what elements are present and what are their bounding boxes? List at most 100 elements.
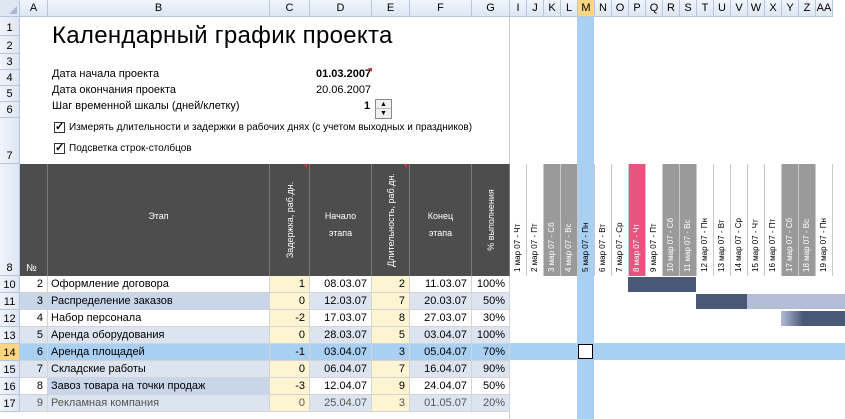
row-header-4[interactable]: 4: [0, 70, 20, 86]
task-end-cell[interactable]: 16.04.07: [410, 361, 472, 378]
task-name-cell[interactable]: Завоз товара на точки продаж: [48, 378, 270, 395]
row-header-15[interactable]: 15: [0, 361, 20, 378]
row-header-17[interactable]: 17: [0, 395, 20, 412]
task-start-cell[interactable]: 28.03.07: [310, 327, 372, 344]
task-duration-cell[interactable]: 5: [372, 327, 410, 344]
column-header-p[interactable]: P: [629, 0, 646, 17]
task-name-cell[interactable]: Аренда оборудования: [48, 327, 270, 344]
task-percent-cell[interactable]: 20%: [472, 395, 510, 412]
task-duration-cell[interactable]: 9: [372, 378, 410, 395]
checkbox-checked-icon[interactable]: [54, 141, 65, 154]
task-name-cell[interactable]: Распределение заказов: [48, 293, 270, 310]
task-name-cell[interactable]: Набор персонала: [48, 310, 270, 327]
spin-up-icon[interactable]: ▲: [376, 100, 391, 109]
task-end-cell[interactable]: 27.03.07: [410, 310, 472, 327]
task-percent-cell[interactable]: 90%: [472, 361, 510, 378]
step-spinner[interactable]: ▲ ▼: [375, 99, 392, 119]
row-header-11[interactable]: 11: [0, 293, 20, 310]
task-name-cell[interactable]: Аренда площадей: [48, 344, 270, 361]
column-header-w[interactable]: W: [748, 0, 765, 17]
select-all-corner[interactable]: [0, 0, 20, 17]
task-name-cell[interactable]: Оформление договора: [48, 276, 270, 293]
checkbox-checked-icon[interactable]: [54, 120, 65, 133]
column-header-k[interactable]: K: [544, 0, 561, 17]
task-end-cell[interactable]: 05.04.07: [410, 344, 472, 361]
task-start-cell[interactable]: 12.04.07: [310, 378, 372, 395]
task-start-cell[interactable]: 06.04.07: [310, 361, 372, 378]
row-header-12[interactable]: 12: [0, 310, 20, 327]
column-header-n[interactable]: N: [595, 0, 612, 17]
row-header-16[interactable]: 16: [0, 378, 20, 395]
task-num-cell[interactable]: 8: [20, 378, 48, 395]
row-header-1[interactable]: 1: [0, 17, 20, 36]
row-header-3[interactable]: 3: [0, 54, 20, 70]
task-delay-cell[interactable]: -1: [270, 344, 310, 361]
task-duration-cell[interactable]: 2: [372, 276, 410, 293]
column-header-c[interactable]: C: [270, 0, 310, 17]
row-header-5[interactable]: 5: [0, 86, 20, 102]
task-duration-cell[interactable]: 7: [372, 293, 410, 310]
column-header-m[interactable]: M: [578, 0, 595, 17]
column-header-j[interactable]: J: [527, 0, 544, 17]
task-start-cell[interactable]: 25.04.07: [310, 395, 372, 412]
task-duration-cell[interactable]: 3: [372, 395, 410, 412]
task-duration-cell[interactable]: 3: [372, 344, 410, 361]
column-header-x[interactable]: X: [765, 0, 782, 17]
column-header-o[interactable]: O: [612, 0, 629, 17]
column-header-aa[interactable]: AA: [816, 0, 833, 17]
task-delay-cell[interactable]: -3: [270, 378, 310, 395]
task-start-cell[interactable]: 12.03.07: [310, 293, 372, 310]
task-num-cell[interactable]: 7: [20, 361, 48, 378]
column-header-e[interactable]: E: [372, 0, 410, 17]
task-percent-cell[interactable]: 70%: [472, 344, 510, 361]
active-cell[interactable]: [578, 344, 593, 359]
task-end-cell[interactable]: 20.03.07: [410, 293, 472, 310]
spin-down-icon[interactable]: ▼: [376, 109, 391, 118]
workdays-checkbox[interactable]: Измерять длительности и задержки в рабоч…: [54, 120, 472, 133]
task-num-cell[interactable]: 3: [20, 293, 48, 310]
task-duration-cell[interactable]: 7: [372, 361, 410, 378]
task-percent-cell[interactable]: 50%: [472, 293, 510, 310]
task-start-cell[interactable]: 17.03.07: [310, 310, 372, 327]
row-header-6[interactable]: 6: [0, 102, 20, 118]
task-delay-cell[interactable]: -2: [270, 310, 310, 327]
task-name-cell[interactable]: Рекламная компания: [48, 395, 270, 412]
row-header-7[interactable]: 7: [0, 118, 20, 164]
task-delay-cell[interactable]: 0: [270, 293, 310, 310]
row-header-13[interactable]: 13: [0, 327, 20, 344]
column-header-g[interactable]: G: [472, 0, 510, 17]
task-percent-cell[interactable]: 100%: [472, 276, 510, 293]
highlight-checkbox[interactable]: Подсветка строк-столбцов: [54, 141, 192, 154]
column-header-r[interactable]: R: [663, 0, 680, 17]
task-delay-cell[interactable]: 0: [270, 327, 310, 344]
task-delay-cell[interactable]: 0: [270, 395, 310, 412]
step-value[interactable]: 1: [364, 100, 370, 112]
column-header-f[interactable]: F: [410, 0, 472, 17]
column-header-y[interactable]: Y: [782, 0, 799, 17]
task-percent-cell[interactable]: 30%: [472, 310, 510, 327]
task-name-cell[interactable]: Складские работы: [48, 361, 270, 378]
task-percent-cell[interactable]: 50%: [472, 378, 510, 395]
task-end-cell[interactable]: 24.04.07: [410, 378, 472, 395]
column-header-q[interactable]: Q: [646, 0, 663, 17]
column-header-u[interactable]: U: [714, 0, 731, 17]
column-header-s[interactable]: S: [680, 0, 697, 17]
task-num-cell[interactable]: 4: [20, 310, 48, 327]
row-header-10[interactable]: 10: [0, 276, 20, 293]
row-header-2[interactable]: 2: [0, 36, 20, 54]
task-end-cell[interactable]: 11.03.07: [410, 276, 472, 293]
task-num-cell[interactable]: 9: [20, 395, 48, 412]
task-percent-cell[interactable]: 100%: [472, 327, 510, 344]
task-start-cell[interactable]: 03.04.07: [310, 344, 372, 361]
row-header-14[interactable]: 14: [0, 344, 20, 361]
column-header-b[interactable]: B: [48, 0, 270, 17]
column-header-t[interactable]: T: [697, 0, 714, 17]
column-header-a[interactable]: A: [20, 0, 48, 17]
task-delay-cell[interactable]: 0: [270, 361, 310, 378]
start-date-value[interactable]: 01.03.2007: [316, 68, 371, 80]
task-num-cell[interactable]: 5: [20, 327, 48, 344]
task-start-cell[interactable]: 08.03.07: [310, 276, 372, 293]
column-header-i[interactable]: I: [510, 0, 527, 17]
column-header-l[interactable]: L: [561, 0, 578, 17]
row-header-8[interactable]: 8: [0, 164, 20, 276]
